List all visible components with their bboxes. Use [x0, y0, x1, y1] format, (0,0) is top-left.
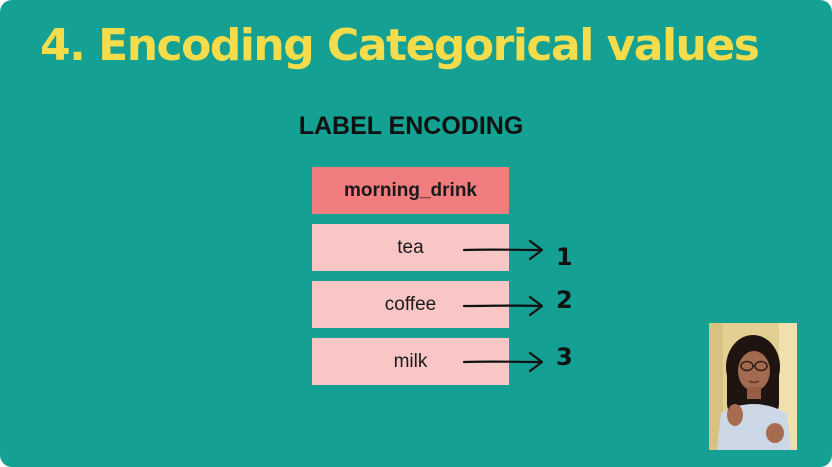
- right-arrow-icon: [462, 351, 544, 373]
- right-arrow-icon: [462, 295, 544, 317]
- slide-subtitle: LABEL ENCODING: [298, 112, 524, 140]
- table-header-cell: morning_drink: [312, 167, 509, 214]
- presenter-image: [709, 323, 797, 450]
- encoded-value: 2: [556, 286, 573, 314]
- presenter-webcam: [709, 323, 797, 450]
- encoded-value: 1: [556, 243, 573, 271]
- encoded-value: 3: [556, 343, 573, 371]
- slide-frame: 4. Encoding Categorical values LABEL ENC…: [0, 0, 832, 467]
- slide-title: 4. Encoding Categorical values: [40, 20, 760, 71]
- right-arrow-icon: [462, 239, 544, 261]
